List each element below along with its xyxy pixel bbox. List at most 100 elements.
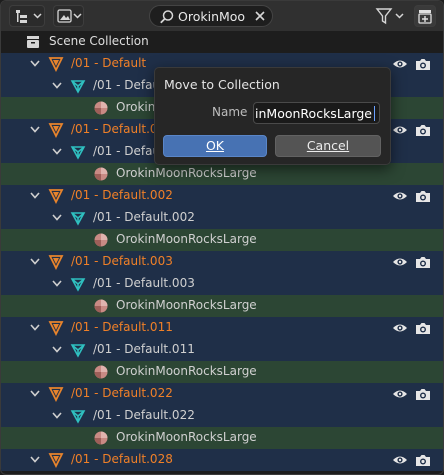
material-icon — [94, 365, 108, 379]
mesh-data-icon — [70, 410, 86, 424]
search-input[interactable]: OrokinMoo — [149, 5, 273, 27]
chevron-down-icon[interactable] — [51, 213, 63, 223]
material-row[interactable]: OrokinMoonRocksLarge — [1, 427, 443, 449]
new-collection-icon — [418, 10, 432, 24]
material-label: OrokinMoonRocksLarge — [116, 430, 257, 444]
object-icon — [48, 189, 64, 204]
camera-icon[interactable] — [415, 320, 431, 336]
mesh-label: /01 - Default.003 — [93, 276, 195, 290]
chevron-down-icon[interactable] — [51, 411, 63, 421]
chevron-down-icon[interactable] — [51, 147, 63, 157]
mesh-label: /01 - Default.002 — [93, 210, 195, 224]
collection-label: /01 - Default.003 — [71, 254, 173, 268]
mesh-label: /01 - Default.022 — [93, 408, 195, 422]
scene-collection-label: Scene Collection — [49, 34, 149, 48]
collection-label: /01 - Default — [71, 56, 147, 70]
move-to-collection-dialog: Move to Collection Name inMoonRocksLarge… — [154, 67, 391, 165]
chevron-down-icon[interactable] — [29, 455, 41, 465]
outliner-panel: OrokinMoo Scene Collection /01 - Default… — [0, 0, 444, 475]
material-row[interactable]: OrokinMoonRocksLarge — [1, 361, 443, 383]
filter-view-dropdown[interactable] — [53, 5, 84, 27]
object-icon — [48, 453, 64, 468]
ok-button[interactable]: OK — [163, 135, 267, 157]
collection-row[interactable]: /01 - Default.002 — [1, 185, 443, 207]
funnel-filter-icon — [375, 8, 404, 25]
material-icon — [94, 431, 108, 445]
text-caret — [374, 106, 375, 121]
mesh-label: /01 - Default.011 — [93, 342, 195, 356]
chevron-down-icon[interactable] — [29, 323, 41, 333]
eye-icon[interactable] — [392, 321, 408, 335]
camera-icon[interactable] — [415, 254, 431, 270]
camera-icon[interactable] — [415, 386, 431, 402]
dialog-title: Move to Collection — [164, 77, 280, 92]
outliner-header: OrokinMoo — [1, 1, 443, 31]
filter-dropdown[interactable] — [374, 5, 408, 27]
object-icon — [48, 57, 64, 72]
chevron-down-icon[interactable] — [29, 389, 41, 399]
eye-icon[interactable] — [392, 255, 408, 269]
clear-icon[interactable] — [254, 10, 266, 22]
collection-row[interactable]: /01 - Default.011 — [1, 317, 443, 339]
mesh-row[interactable]: /01 - Default.011 — [1, 339, 443, 361]
mesh-data-icon — [70, 212, 86, 226]
mesh-data-icon — [70, 344, 86, 358]
chevron-down-icon[interactable] — [29, 59, 41, 69]
scene-collection-row[interactable]: Scene Collection — [1, 31, 443, 53]
chevron-down-icon[interactable] — [29, 125, 41, 135]
display-mode-dropdown[interactable] — [9, 5, 45, 27]
mesh-row[interactable]: /01 - Default.002 — [1, 207, 443, 229]
eye-icon[interactable] — [392, 387, 408, 401]
search-text: OrokinMoo — [178, 9, 246, 24]
view-filter-icon — [57, 9, 82, 23]
object-icon — [48, 387, 64, 402]
name-label: Name — [212, 105, 248, 119]
camera-icon[interactable] — [415, 188, 431, 204]
name-field[interactable]: inMoonRocksLarge — [253, 102, 380, 124]
object-icon — [48, 321, 64, 336]
mesh-row[interactable]: /01 - Default.003 — [1, 273, 443, 295]
camera-icon[interactable] — [415, 122, 431, 138]
mesh-data-icon — [70, 80, 86, 94]
collection-row[interactable]: /01 - Default.022 — [1, 383, 443, 405]
chevron-down-icon[interactable] — [29, 257, 41, 267]
collection-label: /01 - Default.028 — [71, 452, 173, 466]
material-icon — [94, 167, 108, 181]
chevron-down-icon[interactable] — [51, 81, 63, 91]
eye-icon[interactable] — [392, 189, 408, 203]
material-row[interactable]: OrokinMoonRocksLarge — [1, 163, 443, 185]
material-label: OrokinMoonRocksLarge — [116, 298, 257, 312]
eye-icon[interactable] — [392, 453, 408, 467]
camera-icon[interactable] — [415, 56, 431, 72]
material-row[interactable]: OrokinMoonRocksLarge — [1, 295, 443, 317]
collection-row[interactable]: /01 - Default.028 — [1, 449, 443, 471]
material-row[interactable]: OrokinMoonRocksLarge — [1, 229, 443, 251]
outliner-display-mode-icon — [16, 10, 42, 23]
eye-icon[interactable] — [392, 57, 408, 71]
name-field-value: inMoonRocksLarge — [255, 106, 372, 121]
chevron-down-icon[interactable] — [51, 345, 63, 355]
cancel-button[interactable]: Cancel — [275, 135, 381, 157]
new-collection-button[interactable] — [414, 5, 436, 27]
material-icon — [94, 299, 108, 313]
scene-collection-icon — [27, 36, 39, 48]
material-icon — [94, 101, 108, 115]
material-icon — [94, 233, 108, 247]
chevron-down-icon[interactable] — [29, 191, 41, 201]
mesh-data-icon — [70, 278, 86, 292]
mesh-data-icon — [70, 146, 86, 160]
search-icon — [160, 10, 174, 24]
camera-icon[interactable] — [415, 452, 431, 468]
mesh-row[interactable]: /01 - Default.022 — [1, 405, 443, 427]
object-icon — [48, 123, 64, 138]
collection-label: /01 - Default.022 — [71, 386, 173, 400]
material-label: OrokinMoonRocksLarge — [116, 232, 257, 246]
material-label: OrokinMoonRocksLarge — [116, 364, 257, 378]
chevron-down-icon[interactable] — [51, 279, 63, 289]
collection-label: /01 - Default.011 — [71, 320, 173, 334]
collection-label: /01 - Default.002 — [71, 188, 173, 202]
collection-row[interactable]: /01 - Default.003 — [1, 251, 443, 273]
material-label: OrokinMoonRocksLarge — [116, 166, 257, 180]
object-icon — [48, 255, 64, 270]
eye-icon[interactable] — [392, 123, 408, 137]
